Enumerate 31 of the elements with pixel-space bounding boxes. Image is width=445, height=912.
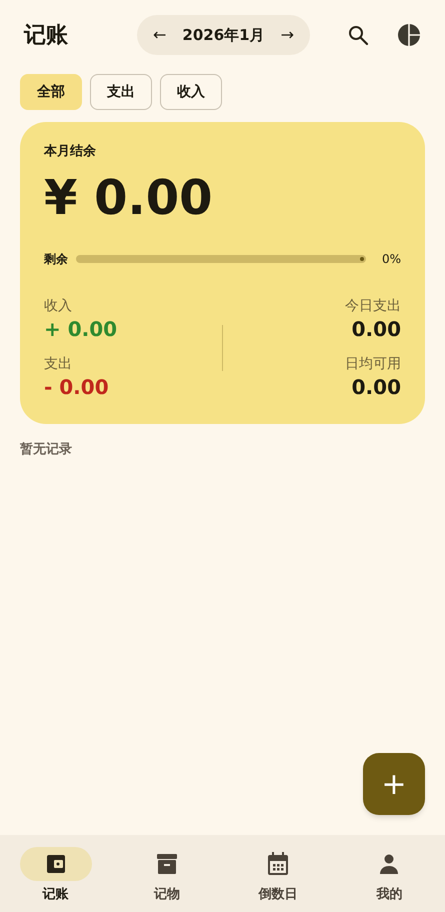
page-title: 记账	[24, 22, 68, 50]
stat-value: 0.00	[352, 316, 401, 342]
search-icon[interactable]	[347, 24, 369, 46]
balance-amount: ¥ 0.00	[44, 174, 214, 222]
stat-label: 今日支出	[345, 296, 401, 316]
next-month-button[interactable]: →	[280, 23, 294, 47]
nav-tab[interactable]: 我的	[334, 847, 445, 912]
pie-chart-icon[interactable]	[397, 23, 421, 47]
calendar-icon	[267, 852, 290, 876]
previous-month-button[interactable]: ←	[153, 23, 166, 47]
nav-tab[interactable]: 记账	[0, 847, 112, 912]
nav-tab[interactable]: 记物	[111, 847, 222, 912]
card-title: 本月结余	[44, 143, 97, 161]
stat-label: 支出	[44, 354, 72, 374]
stat-value: 0.00	[352, 374, 401, 400]
stat-label: 收入	[44, 296, 72, 316]
stat-value: - 0.00	[44, 374, 109, 400]
stat-label: 日均可用	[345, 354, 401, 374]
add-button[interactable]: +	[363, 753, 425, 815]
filter-chip[interactable]: 收入	[160, 74, 222, 110]
filter-chip[interactable]: 支出	[90, 74, 152, 110]
stat-value: + 0.00	[44, 316, 118, 342]
empty-message: 暂无记录	[19, 440, 73, 458]
progress-reading: 0%	[382, 250, 401, 268]
archive-box-icon	[154, 852, 179, 876]
nav-tab[interactable]: 倒数日	[222, 847, 334, 912]
remaining-label: 剩余	[44, 250, 68, 268]
person-icon	[378, 853, 400, 875]
month-label: 2026年1月	[182, 24, 265, 46]
wallet-icon	[44, 853, 67, 875]
filter-chip[interactable]: 全部	[20, 74, 82, 110]
